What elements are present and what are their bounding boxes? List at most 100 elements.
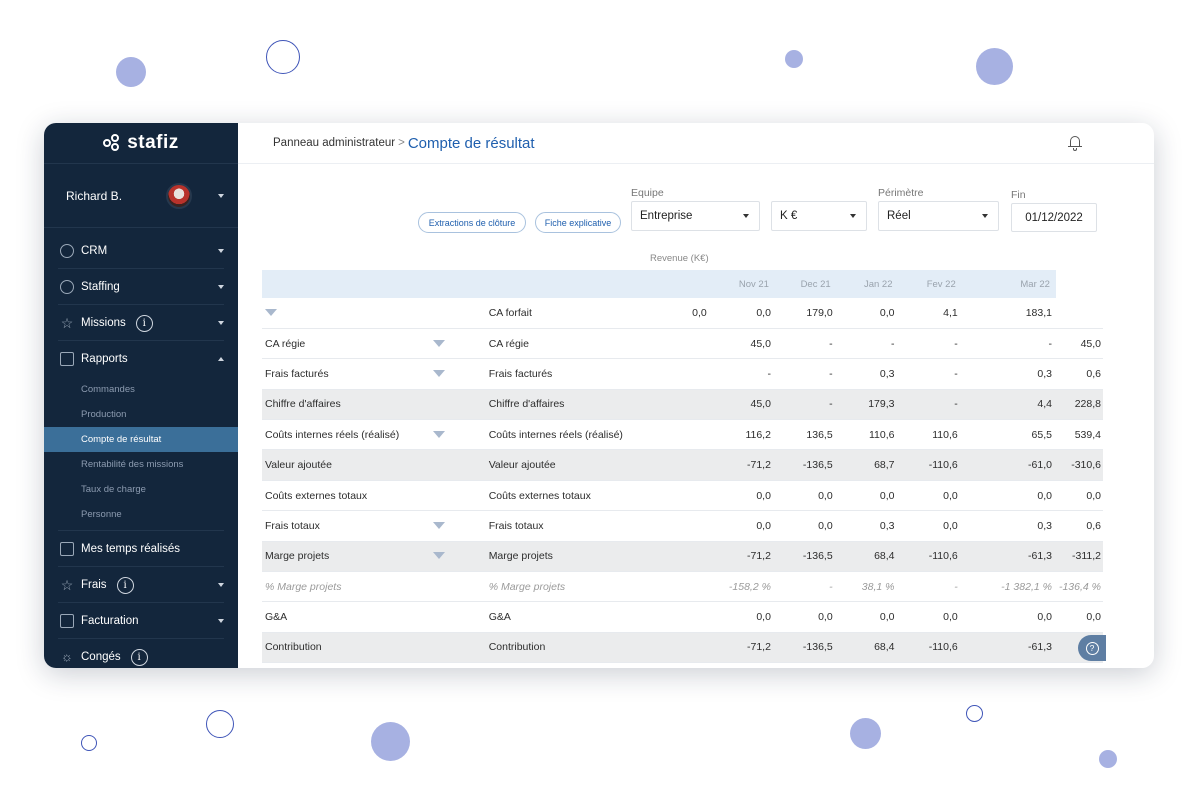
chevron-down-icon [218, 619, 224, 623]
decor-dot [850, 718, 881, 749]
value-cell: 0,0 [756, 306, 771, 319]
sidebar-subitem-production[interactable]: Production [44, 402, 238, 427]
expand-cell [262, 298, 430, 328]
value-cell: 0,0 [1086, 611, 1101, 624]
info-icon[interactable]: i [135, 314, 153, 332]
user-circle-icon [60, 244, 74, 258]
row-sublabel: CA régie [488, 337, 529, 350]
stafiz-logo-icon [103, 134, 121, 152]
value-cell: 4,4 [1037, 398, 1052, 411]
value-cell: - [829, 398, 833, 411]
chevron-down-icon [218, 321, 224, 325]
value-cell: 0,0 [756, 611, 771, 624]
value-cell: 228,8 [1074, 398, 1101, 411]
brand-logo[interactable]: stafiz [44, 123, 238, 164]
value-cell: 116,2 [745, 428, 771, 441]
table-header-row: Nov 21 Dec 21 Jan 22 Fev 22 Mar 22 [262, 270, 1103, 298]
reports-submenu: Commandes Production Compte de résultat … [44, 377, 238, 531]
table-row: % Marge projets % Marge projets -158,2 % - 3… [262, 572, 1103, 602]
unit-select[interactable]: K € [771, 201, 867, 231]
toggle-cell [430, 632, 486, 662]
chevron-down-icon [218, 249, 224, 253]
chevron-down-icon [218, 583, 224, 587]
bell-icon[interactable] [1068, 135, 1082, 151]
expand-triangle-icon[interactable] [432, 369, 445, 377]
row-sublabel: Frais totaux [488, 519, 544, 532]
value-cell: -110,6 [928, 550, 958, 563]
value-cell [647, 572, 711, 602]
breadcrumb-parent[interactable]: Panneau administrateur [273, 137, 395, 149]
value-cell: 0,0 [1086, 489, 1101, 502]
sidebar-subitem-rentabilite[interactable]: Rentabilité des missions [44, 452, 238, 477]
header-cell [262, 270, 430, 298]
row-label: % Marge projets [265, 580, 342, 593]
info-icon[interactable]: i [116, 576, 134, 594]
decor-dot [1099, 750, 1117, 768]
value-cell: -136,5 [802, 641, 833, 654]
value-cell: 45,0 [750, 337, 771, 350]
sidebar-item-rapports[interactable]: Rapports [44, 341, 238, 377]
value-cell [647, 450, 711, 480]
help-button[interactable]: ? [1078, 635, 1106, 661]
chevron-down-icon [218, 193, 224, 198]
value-cell: 45,0 [750, 398, 771, 411]
value-cell [647, 511, 711, 541]
info-icon[interactable]: i [130, 648, 148, 666]
sidebar-item-staffing[interactable]: Staffing [44, 269, 238, 305]
row-sublabel: Contribution [488, 641, 546, 654]
decor-dot [976, 48, 1013, 85]
decor-dot [371, 722, 410, 761]
value-cell: 0,0 [818, 611, 833, 624]
value-cell: 0,3 [1037, 519, 1052, 532]
header-cell [429, 270, 486, 298]
sidebar-item-crm[interactable]: CRM [44, 233, 238, 269]
row-label: Frais facturés [265, 367, 329, 380]
value-cell: 0,0 [692, 306, 707, 319]
value-cell: -110,6 [928, 459, 958, 472]
user-menu[interactable]: Richard B. [44, 164, 238, 228]
sidebar-subitem-compte-de-resultat[interactable]: Compte de résultat [44, 427, 238, 452]
table-row: Chiffre d'affaires Chiffre d'affaires 45,0… [262, 389, 1103, 420]
breadcrumb: Panneau administrateur > Compte de résul… [238, 123, 1154, 164]
expand-triangle-icon[interactable] [265, 308, 277, 316]
perimetre-select[interactable]: Réel [878, 201, 999, 231]
value-cell: 0,0 [756, 489, 771, 502]
value-cell [647, 389, 711, 419]
value-cell [647, 328, 711, 358]
sidebar-subitem-commandes[interactable]: Commandes [44, 377, 238, 402]
value-cell: 4,1 [943, 306, 958, 319]
row-label: Valeur ajoutée [265, 459, 332, 472]
row-label: CA régie [265, 337, 306, 350]
table-title: Revenue (K€) [650, 253, 709, 264]
expand-triangle-icon[interactable] [432, 430, 445, 438]
value-cell: - [954, 337, 958, 350]
value-cell: 0,0 [943, 611, 958, 624]
expand-triangle-icon[interactable] [432, 521, 445, 529]
value-cell: 183,1 [1025, 306, 1052, 319]
sidebar-nav: CRM Staffing ☆ Missions i Rapports Comma… [44, 228, 238, 668]
value-cell: 38,1 % [861, 580, 895, 593]
value-cell: -71,2 [747, 641, 771, 654]
chevron-down-icon [743, 214, 749, 218]
expand-triangle-icon[interactable] [432, 339, 445, 347]
expand-triangle-icon[interactable] [432, 552, 445, 560]
sidebar-item-frais[interactable]: ☆ Frais i [44, 567, 238, 603]
equipe-label: Equipe [631, 187, 664, 199]
sidebar-item-facturation[interactable]: Facturation [44, 603, 238, 639]
equipe-select[interactable]: Entreprise [631, 201, 760, 231]
table-row: Coûts internes réels (réalisé) Coûts inte… [262, 420, 1103, 450]
value-cell: - [829, 367, 833, 380]
fin-date-input[interactable]: 01/12/2022 [1011, 203, 1097, 232]
sidebar-item-conges[interactable]: ☼ Congés i [44, 639, 238, 668]
extractions-button[interactable]: Extractions de clôture [418, 212, 526, 233]
chevron-down-icon [982, 214, 988, 218]
sidebar-subitem-taux-de-charge[interactable]: Taux de charge [44, 477, 238, 502]
sidebar-item-missions[interactable]: ☆ Missions i [44, 305, 238, 341]
chevron-down-icon [218, 285, 224, 289]
fiche-button[interactable]: Fiche explicative [535, 212, 621, 233]
row-label: Marge projets [265, 550, 330, 563]
sidebar-subitem-personne[interactable]: Personne [44, 502, 238, 527]
header-cell [646, 270, 711, 298]
sidebar-item-mes-temps[interactable]: Mes temps réalisés [44, 531, 238, 567]
table-row: Coûts externes totaux Coûts externes tota… [262, 480, 1103, 511]
